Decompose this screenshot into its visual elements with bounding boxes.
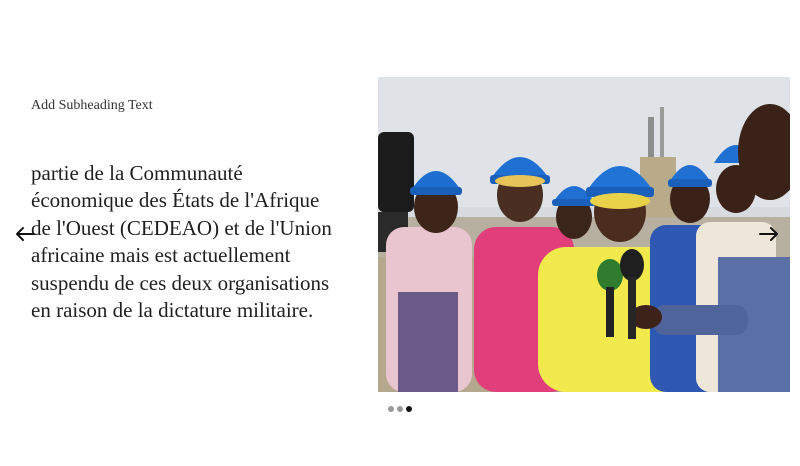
- body-line: africaine mais est actuellement: [31, 243, 291, 268]
- carousel-dot-1[interactable]: [388, 406, 394, 412]
- carousel-dot-2[interactable]: [397, 406, 403, 412]
- arrow-right-icon: [759, 227, 778, 241]
- carousel-dot-3[interactable]: [406, 406, 412, 412]
- slide-subheading: Add Subheading Text: [31, 98, 153, 113]
- carousel-next-button[interactable]: [756, 221, 782, 247]
- body-line: partie de la Communauté: [31, 161, 243, 185]
- carousel-prev-button[interactable]: [12, 221, 38, 247]
- carousel-slide: Add Subheading Text partie de la Communa…: [0, 0, 800, 466]
- slide-body-text: partie de la Communauté économique des É…: [31, 160, 361, 324]
- body-line: suspendu de ces deux organisations: [31, 270, 330, 295]
- carousel-pagination: [388, 406, 412, 412]
- body-line: en raison de la dictature militaire.: [31, 298, 314, 323]
- slide-photo: [378, 77, 790, 392]
- body-line: économique des États de l'Afrique: [31, 188, 320, 213]
- arrow-left-icon: [16, 227, 35, 241]
- body-line: de l'Ouest (CEDEAO) et de l'Union: [31, 215, 332, 240]
